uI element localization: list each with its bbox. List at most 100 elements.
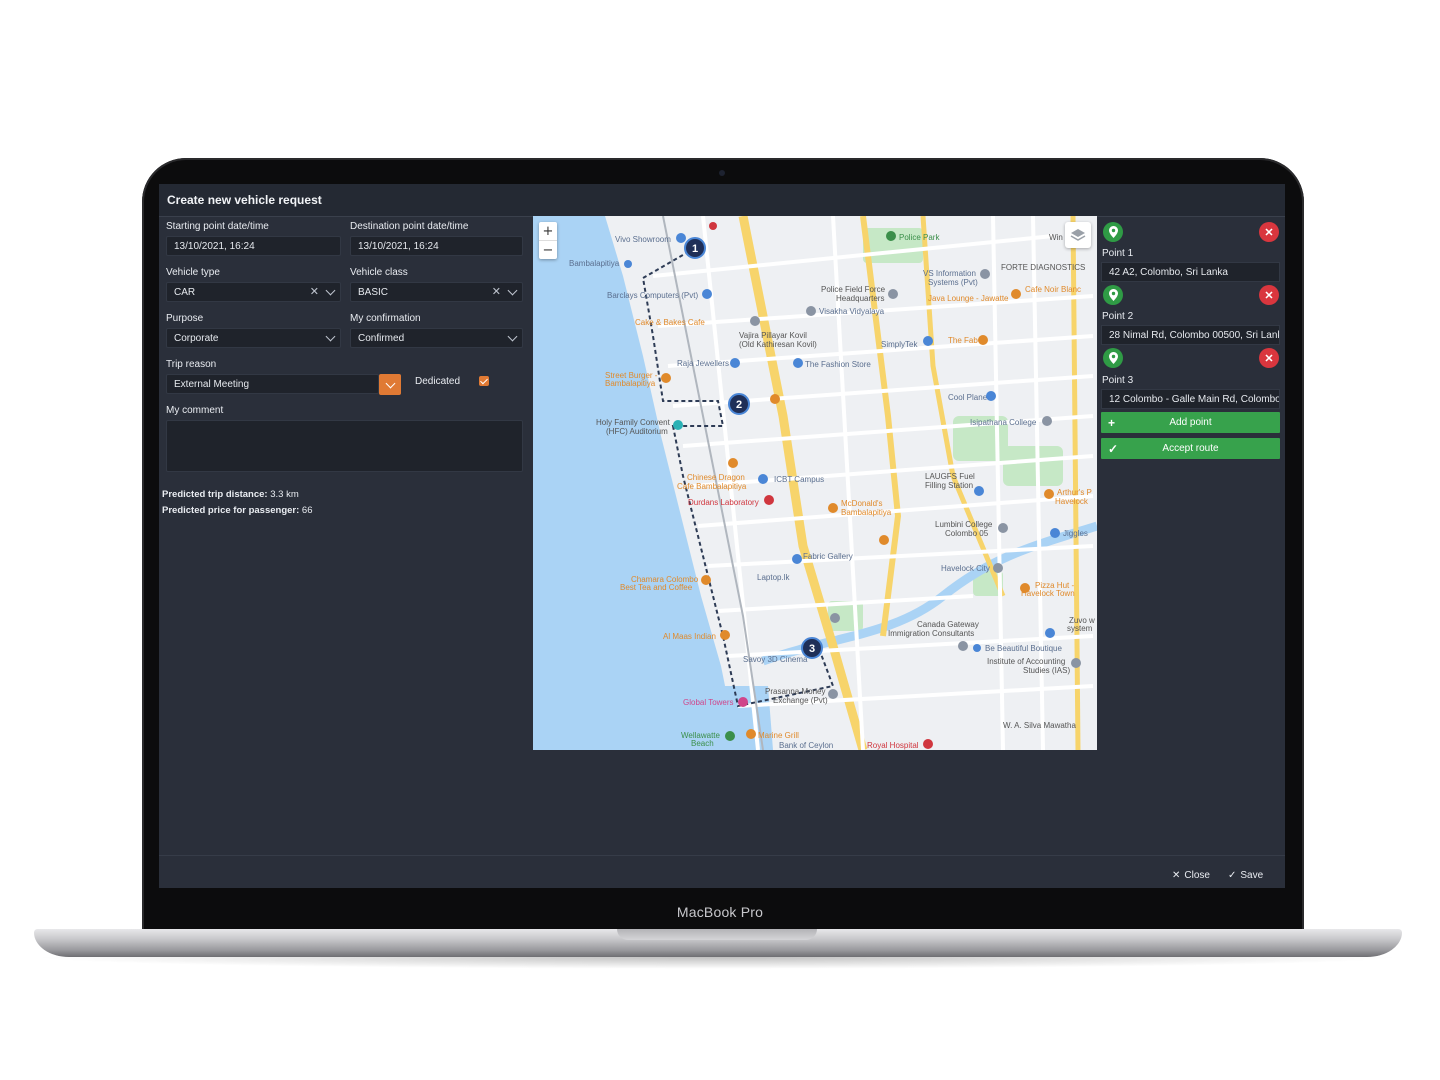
vehicle-class-label: Vehicle class [350, 267, 408, 278]
svg-text:McDonald's: McDonald's [841, 499, 883, 508]
svg-text:Beach: Beach [691, 739, 714, 748]
point-3-address: 12 Colombo - Galle Main Rd, Colombo [1109, 393, 1280, 405]
svg-text:Isipathana College: Isipathana College [970, 418, 1037, 427]
route-marker-2[interactable]: 2 [728, 393, 750, 415]
confirmation-label: My confirmation [350, 313, 421, 324]
vehicle-class-value: BASIC [358, 286, 389, 298]
dest-datetime-value: 13/10/2021, 16:24 [358, 240, 439, 252]
point-1-locate-button[interactable] [1103, 222, 1123, 242]
svg-text:Barclays Computers (Pvt): Barclays Computers (Pvt) [607, 291, 698, 300]
add-point-button[interactable]: + Add point [1101, 412, 1280, 433]
svg-text:The Fashion Store: The Fashion Store [805, 360, 871, 369]
accept-route-label: Accept route [1162, 443, 1219, 454]
svg-text:(Old Kathiresan Kovil): (Old Kathiresan Kovil) [739, 340, 817, 349]
svg-text:Global Towers: Global Towers [683, 698, 734, 707]
chevron-down-icon[interactable] [507, 331, 518, 342]
svg-text:Systems (Pvt): Systems (Pvt) [928, 278, 978, 287]
trip-reason-input[interactable]: External Meeting [166, 374, 379, 394]
svg-text:Win: Win [1049, 233, 1063, 242]
svg-text:ICBT Campus: ICBT Campus [774, 475, 824, 484]
point-2-locate-button[interactable] [1103, 285, 1123, 305]
close-button[interactable]: ✕ Close [1172, 870, 1210, 881]
point-3-label: Point 3 [1102, 375, 1134, 386]
close-icon: ✕ [1264, 226, 1274, 239]
dedicated-checkbox[interactable] [479, 376, 489, 386]
svg-text:Cool Planet: Cool Planet [948, 393, 990, 402]
svg-text:Headquarters: Headquarters [836, 294, 884, 303]
start-datetime-label: Starting point date/time [166, 221, 269, 232]
point-2-remove-button[interactable]: ✕ [1259, 285, 1279, 305]
route-marker-3-label: 3 [809, 643, 815, 655]
comment-textarea[interactable] [166, 420, 523, 472]
zoom-in-button[interactable]: + [539, 222, 557, 240]
chevron-down-icon[interactable] [507, 285, 518, 296]
svg-text:W. A. Silva Mawatha: W. A. Silva Mawatha [1003, 721, 1076, 730]
dedicated-label: Dedicated [415, 376, 461, 387]
svg-text:Bambalapitiya: Bambalapitiya [841, 508, 892, 517]
route-map[interactable]: Vivo Showroom Bambalapitiya Police Park … [533, 216, 1097, 750]
svg-text:Java Lounge - Jawatte: Java Lounge - Jawatte [928, 294, 1009, 303]
svg-text:Marine Grill: Marine Grill [758, 731, 799, 740]
point-3-locate-button[interactable] [1103, 348, 1123, 368]
point-3-remove-button[interactable]: ✕ [1259, 348, 1279, 368]
svg-text:Bambalapitiya: Bambalapitiya [605, 379, 656, 388]
svg-text:Royal Hospital: Royal Hospital [867, 741, 919, 750]
clear-icon[interactable]: ✕ [492, 286, 501, 298]
add-point-label: Add point [1169, 417, 1212, 428]
svg-text:Immigration Consultants: Immigration Consultants [888, 629, 974, 638]
layers-icon [1070, 229, 1086, 241]
zoom-out-button[interactable]: − [539, 240, 557, 259]
footer-divider [159, 855, 1285, 856]
route-marker-1-label: 1 [692, 243, 698, 255]
svg-text:Be Beautiful Boutique: Be Beautiful Boutique [985, 644, 1062, 653]
map-canvas[interactable]: Vivo Showroom Bambalapitiya Police Park … [533, 216, 1097, 750]
svg-text:Al Maas Indian: Al Maas Indian [663, 632, 716, 641]
point-1-address: 42 A2, Colombo, Sri Lanka [1109, 266, 1228, 278]
confirmation-select[interactable]: Confirmed [350, 328, 523, 348]
svg-text:Colombo 05: Colombo 05 [945, 529, 989, 538]
trip-reason-value: External Meeting [174, 378, 250, 390]
accept-route-button[interactable]: ✓ Accept route [1101, 438, 1280, 459]
predicted-distance: Predicted trip distance: 3.3 km [162, 489, 299, 500]
svg-text:Cafe Noir Blanc: Cafe Noir Blanc [1025, 285, 1081, 294]
svg-text:Laptop.lk: Laptop.lk [757, 573, 790, 582]
distance-value: 3.3 km [270, 489, 299, 500]
vehicle-type-select[interactable]: CAR ✕ [166, 282, 341, 302]
chevron-down-icon[interactable] [325, 331, 336, 342]
predicted-price: Predicted price for passenger: 66 [162, 505, 313, 516]
vehicle-type-value: CAR [174, 286, 196, 298]
point-1-remove-button[interactable]: ✕ [1259, 222, 1279, 242]
laptop-shadow [30, 957, 1406, 969]
chevron-down-icon[interactable] [325, 285, 336, 296]
close-icon: ✕ [1264, 289, 1274, 302]
svg-text:Police Park: Police Park [899, 233, 940, 242]
dest-datetime-input[interactable]: 13/10/2021, 16:24 [350, 236, 523, 256]
start-datetime-value: 13/10/2021, 16:24 [174, 240, 255, 252]
svg-text:Prasanna Money: Prasanna Money [765, 687, 825, 696]
purpose-value: Corporate [174, 332, 219, 344]
distance-label: Predicted trip distance: [162, 489, 268, 500]
clear-icon[interactable]: ✕ [310, 286, 319, 298]
route-marker-1[interactable]: 1 [684, 237, 706, 259]
confirmation-value: Confirmed [358, 332, 405, 344]
svg-text:LAUGFS Fuel: LAUGFS Fuel [925, 472, 975, 481]
route-marker-3[interactable]: 3 [801, 637, 823, 659]
vehicle-class-select[interactable]: BASIC ✕ [350, 282, 523, 302]
vehicle-type-label: Vehicle type [166, 267, 220, 278]
window-title: Create new vehicle request [159, 184, 1285, 217]
svg-text:Canada Gateway: Canada Gateway [917, 620, 979, 629]
close-icon: ✕ [1264, 352, 1274, 365]
start-datetime-input[interactable]: 13/10/2021, 16:24 [166, 236, 341, 256]
svg-text:Best Tea and Coffee: Best Tea and Coffee [620, 583, 693, 592]
check-icon: ✓ [1108, 441, 1119, 456]
point-1-address-input[interactable]: 42 A2, Colombo, Sri Lanka [1101, 262, 1280, 282]
svg-text:FORTE DIAGNOSTICS: FORTE DIAGNOSTICS [1001, 263, 1085, 272]
save-button[interactable]: ✓ Save [1228, 870, 1263, 881]
purpose-select[interactable]: Corporate [166, 328, 341, 348]
point-3-address-input[interactable]: 12 Colombo - Galle Main Rd, Colombo [1101, 389, 1280, 409]
svg-text:Bank of Ceylon: Bank of Ceylon [779, 741, 833, 750]
save-label: Save [1240, 870, 1264, 881]
trip-reason-dropdown-button[interactable] [379, 374, 401, 395]
point-2-address-input[interactable]: 28 Nimal Rd, Colombo 00500, Sri Lanka [1101, 325, 1280, 345]
layers-button[interactable] [1065, 222, 1091, 248]
